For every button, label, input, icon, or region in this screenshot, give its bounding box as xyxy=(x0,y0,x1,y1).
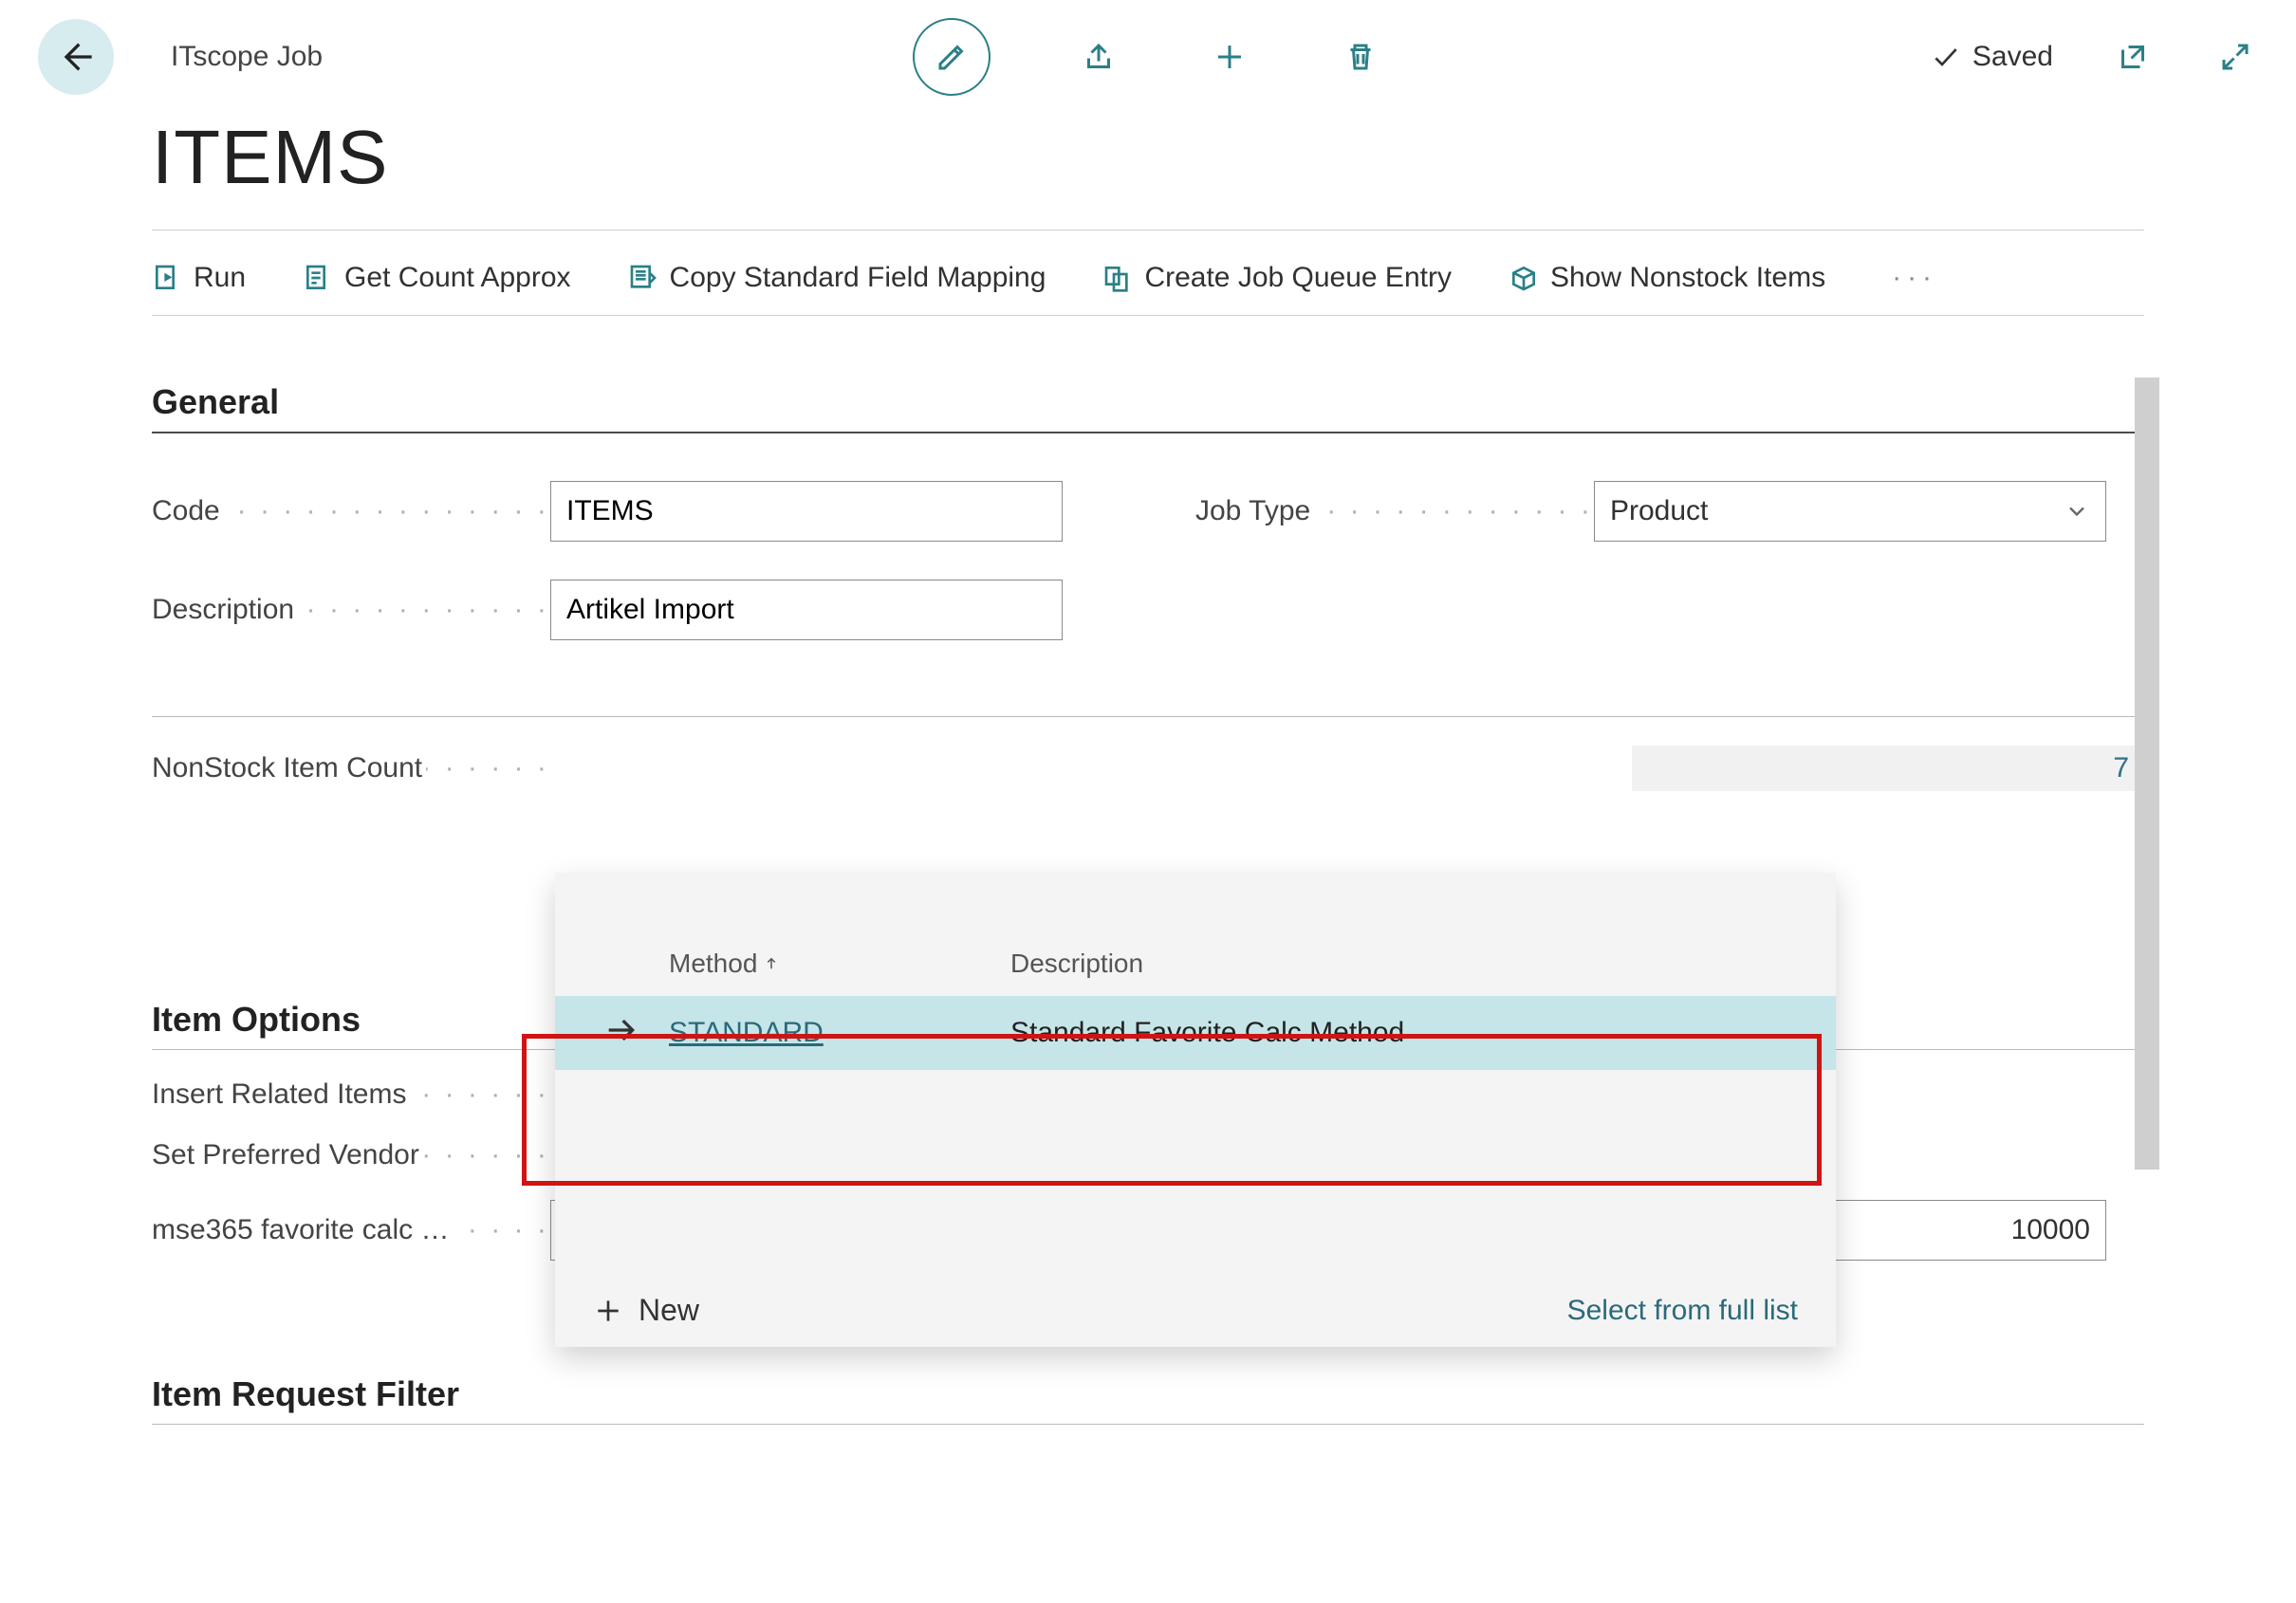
arrow-right-icon xyxy=(602,1011,640,1049)
save-status-label: Saved xyxy=(1972,41,2053,73)
page-icon xyxy=(303,263,333,293)
scrollbar-thumb[interactable] xyxy=(2135,378,2159,1170)
label-job-type: Job Type xyxy=(1195,495,1594,527)
dropdown-method-value[interactable]: STANDARD xyxy=(669,1017,916,1049)
box-icon xyxy=(1509,263,1539,293)
page-title: ITEMS xyxy=(152,114,2144,201)
plus-icon xyxy=(593,1296,623,1326)
edit-button[interactable] xyxy=(913,18,991,96)
action-create-queue-label: Create Job Queue Entry xyxy=(1144,262,1452,294)
dropdown-desc-value: Standard Favorite Calc Method xyxy=(1010,1017,1404,1049)
breadcrumb: ITscope Job xyxy=(171,41,323,73)
label-description: Description xyxy=(152,594,550,626)
plus-icon xyxy=(1213,40,1247,74)
content-scrollbar[interactable] xyxy=(2135,378,2159,1170)
arrow-left-icon xyxy=(57,38,95,76)
label-insert-related: Insert Related Items xyxy=(152,1078,550,1111)
share-button[interactable] xyxy=(1076,34,1121,80)
action-run[interactable]: Run xyxy=(152,262,246,294)
label-nonstock-count: NonStock Item Count xyxy=(152,752,550,784)
section-general[interactable]: General xyxy=(152,382,2144,422)
run-icon xyxy=(152,263,182,293)
nonstock-count-value[interactable]: 7 xyxy=(1632,746,2144,791)
action-create-queue[interactable]: Create Job Queue Entry xyxy=(1102,262,1452,294)
job-type-select[interactable]: Product xyxy=(1594,481,2106,542)
code-input[interactable] xyxy=(550,481,1063,542)
action-copy-mapping[interactable]: Copy Standard Field Mapping xyxy=(628,262,1046,294)
job-type-value: Product xyxy=(1610,495,1708,527)
mid-divider xyxy=(152,716,2144,717)
dropdown-full-list[interactable]: Select from full list xyxy=(1567,1295,1798,1327)
section-irf-rule xyxy=(152,1424,2144,1425)
label-favorite-calc: mse365 favorite calc … xyxy=(152,1214,550,1246)
delete-button[interactable] xyxy=(1338,34,1383,80)
row-selected-indicator xyxy=(602,1011,669,1056)
favorite-calc-dropdown: Method Description STANDARD Standard Fav… xyxy=(555,873,1836,1347)
popout-icon xyxy=(2116,40,2150,74)
sort-asc-icon xyxy=(763,955,780,972)
section-general-rule xyxy=(152,432,2144,433)
expand-icon xyxy=(2218,40,2252,74)
dropdown-new[interactable]: New xyxy=(593,1293,699,1328)
trash-icon xyxy=(1343,40,1378,74)
action-run-label: Run xyxy=(194,262,246,294)
back-button[interactable] xyxy=(38,19,114,95)
action-get-count[interactable]: Get Count Approx xyxy=(303,262,570,294)
dropdown-row-standard[interactable]: STANDARD Standard Favorite Calc Method xyxy=(555,996,1836,1070)
expand-button[interactable] xyxy=(2213,34,2258,80)
check-icon xyxy=(1931,42,1961,72)
pencil-icon xyxy=(935,40,969,74)
action-show-nonstock[interactable]: Show Nonstock Items xyxy=(1509,262,1825,294)
share-icon xyxy=(1082,40,1116,74)
dropdown-new-label: New xyxy=(639,1293,699,1328)
description-input[interactable] xyxy=(550,580,1063,640)
action-get-count-label: Get Count Approx xyxy=(344,262,570,294)
mapping-icon xyxy=(628,263,658,293)
queue-icon xyxy=(1102,263,1133,293)
label-code: Code xyxy=(152,495,550,527)
action-copy-mapping-label: Copy Standard Field Mapping xyxy=(670,262,1046,294)
new-button[interactable] xyxy=(1207,34,1252,80)
action-more[interactable]: ··· xyxy=(1882,262,1937,294)
popout-button[interactable] xyxy=(2110,34,2156,80)
save-status: Saved xyxy=(1931,41,2053,73)
dropdown-col-description[interactable]: Description xyxy=(1010,949,1143,979)
section-item-request-filter[interactable]: Item Request Filter xyxy=(152,1374,2144,1414)
dropdown-col-method[interactable]: Method xyxy=(669,949,916,979)
action-show-nonstock-label: Show Nonstock Items xyxy=(1550,262,1825,294)
label-set-pref-vendor: Set Preferred Vendor xyxy=(152,1139,550,1171)
chevron-down-icon xyxy=(2064,498,2090,525)
